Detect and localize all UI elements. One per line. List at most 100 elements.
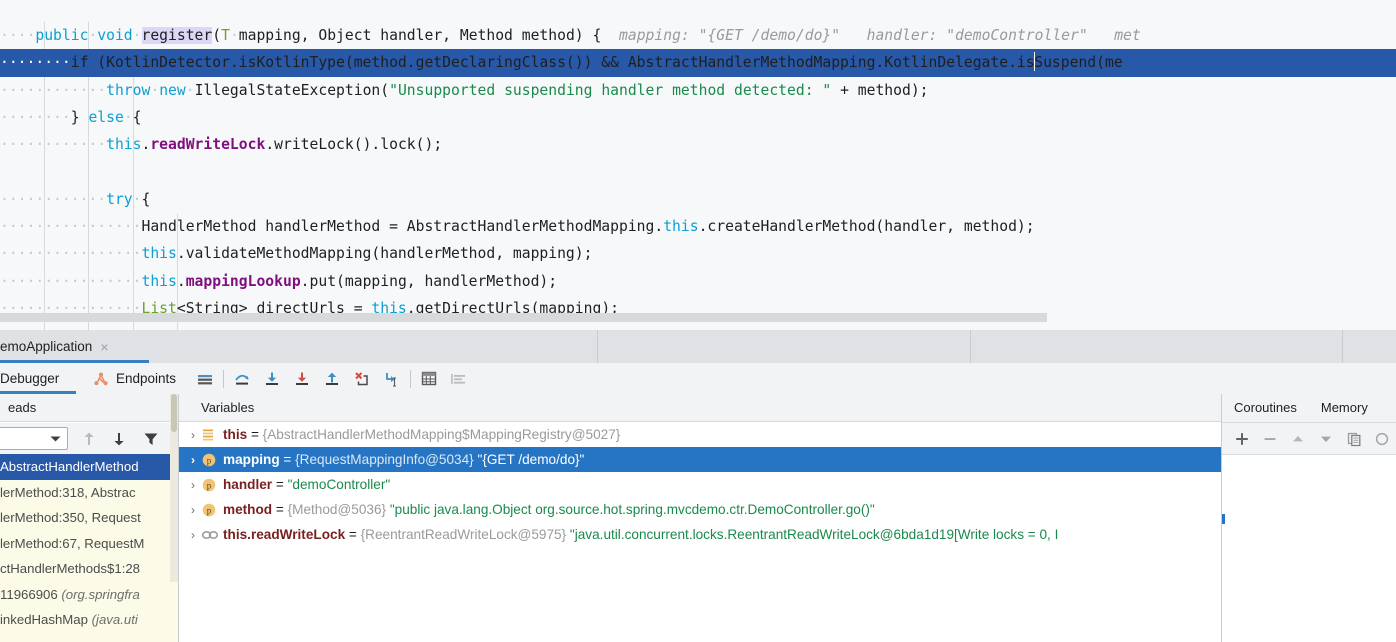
code-text: ············throw·new·IllegalStateExcept… [0,77,929,104]
frame-item[interactable]: lerMethod:318, Abstrac [0,480,178,506]
drop-frame-button[interactable] [347,363,377,394]
watches-body[interactable] [1222,455,1396,642]
frame-label: lerMethod:67, RequestM [0,535,145,551]
variables-panel[interactable]: Variables › this = {AbstractHandlerMethod… [179,394,1222,642]
variable-equals: = [345,527,361,542]
code-token-plain: . [176,272,186,290]
run-configuration-tab[interactable]: emoApplication × [0,330,149,363]
frame-item[interactable]: lerMethod:67, RequestM [0,531,178,557]
code-token-kw: this [141,245,177,263]
variable-row[interactable]: › this.readWriteLock = {ReentrantReadWrit… [179,522,1221,547]
variable-equals: = [272,502,288,517]
line-mappinglookup[interactable]: ················this.mappingLookup.put(m… [0,268,1396,295]
frame-item[interactable]: lerMethod:350, Request [0,505,178,531]
debugger-toolbar[interactable]: Debugger Endpoints [0,363,1396,395]
chevron-right-icon[interactable]: › [185,523,201,547]
watches-tabs[interactable]: Coroutines Memory [1222,394,1396,423]
variables-list[interactable]: › this = {AbstractHandlerMethodMapping$Ma… [179,422,1221,547]
watch-more-button[interactable] [1368,423,1396,454]
variables-panel-header: Variables [179,394,1221,422]
code-token-ws: ···· [0,27,36,44]
variable-equals: = [279,452,296,467]
chevron-down-icon [50,435,61,443]
run-tab-label: emoApplication [0,339,93,354]
variable-type: {RequestMappingInfo@5034} [295,452,474,467]
chevron-right-icon[interactable]: › [185,473,201,497]
tab-endpoints[interactable]: Endpoints [92,363,176,394]
frames-up-button[interactable] [78,429,100,449]
force-step-into-button[interactable] [287,363,317,394]
code-token-plain: if (KotlinDetector.isKotlinType(method.g… [70,54,1035,72]
thread-selector[interactable]: NG [0,427,68,450]
step-over-button[interactable] [227,363,257,394]
param-icon: p [201,502,223,518]
sort-lines-button[interactable] [444,363,474,394]
watches-panel[interactable]: Coroutines Memory [1222,394,1396,642]
line-writelock[interactable]: ············this.readWriteLock.writeLock… [0,131,1396,158]
code-text: ················this.validateMethodMappi… [0,240,592,267]
variable-name: this.readWriteLock [223,527,346,542]
tab-debugger[interactable]: Debugger [0,363,76,394]
line-if-kotlin[interactable]: ········if (KotlinDetector.isKotlinType(… [0,49,1396,77]
line-blank[interactable] [0,158,1396,185]
tab-memory[interactable]: Memory [1309,394,1380,422]
code-token-ws: · [229,27,239,44]
frames-panel[interactable]: eads NG [0,394,179,642]
frames-scrollbar[interactable] [170,394,178,582]
step-into-button[interactable] [257,363,287,394]
code-editor[interactable]: ····public·void·register(T·mapping, Obje… [0,0,1396,330]
watch-remove-button[interactable] [1256,423,1284,454]
code-text: ············this.readWriteLock.writeLock… [0,131,442,158]
frames-down-button[interactable] [108,429,130,449]
code-token-kw: try [106,190,133,208]
variable-name: handler [223,477,273,492]
watch-copy-button[interactable] [1340,423,1368,454]
line-signature[interactable]: ····public·void·register(T·mapping, Obje… [0,22,1396,49]
show-execution-point-button[interactable] [190,363,220,394]
variable-row[interactable]: › p method = {Method@5036} "public java.la… [179,497,1221,522]
run-to-cursor-button[interactable] [377,363,407,394]
step-out-button[interactable] [317,363,347,394]
code-token-str: "Unsupported suspending handler method d… [389,81,832,99]
frames-list[interactable]: AbstractHandlerMethod lerMethod:318, Abst… [0,454,178,642]
frame-item[interactable]: inkedHashMap (java.uti [0,607,178,633]
line-throw[interactable]: ············throw·new·IllegalStateExcept… [0,77,1396,104]
line-try[interactable]: ············try·{ [0,186,1396,213]
watches-toolbar[interactable] [1222,423,1396,455]
code-token-ws: ············ [0,190,107,208]
code-token-plain: } [70,108,89,126]
frame-item[interactable]: ctHandlerMethods$1:28 [0,556,178,582]
debug-step-buttons[interactable] [190,363,474,394]
variable-row[interactable]: › p mapping = {RequestMappingInfo@5034} "{… [179,447,1221,472]
code-token-ws: · [150,81,160,99]
watch-up-button[interactable] [1284,423,1312,454]
watch-add-button[interactable] [1228,423,1256,454]
tab-coroutines[interactable]: Coroutines [1222,394,1309,422]
code-token-kw: void [97,27,133,44]
evaluate-expression-button[interactable] [414,363,444,394]
frame-package: (org.springfra [61,586,140,602]
watch-down-button[interactable] [1312,423,1340,454]
chevron-right-icon[interactable]: › [185,448,201,472]
code-text: ················this.mappingLookup.put(m… [0,268,557,295]
frames-filter-button[interactable] [140,429,162,449]
line-handlermethod[interactable]: ················HandlerMethod handlerMet… [0,213,1396,240]
variable-row[interactable]: › p handler = "demoController" [179,472,1221,497]
frames-toolbar[interactable]: NG [0,423,178,455]
frame-label: AbstractHandlerMethod [0,459,139,474]
variable-type: {AbstractHandlerMethodMapping$MappingReg… [262,427,621,442]
chevron-right-icon[interactable]: › [185,498,201,522]
close-icon[interactable]: × [100,340,108,354]
variable-value: "java.util.concurrent.locks.ReentrantRea… [566,527,1059,542]
run-tab-bar[interactable]: emoApplication × [0,330,1396,363]
link-icon [201,528,223,542]
frame-item[interactable]: AbstractHandlerMethod [0,454,178,480]
chevron-right-icon[interactable]: › [185,423,201,447]
code-text: ········if (KotlinDetector.isKotlinType(… [0,49,1123,76]
frame-item[interactable]: 11966906 (org.springfra [0,582,178,608]
variable-row[interactable]: › this = {AbstractHandlerMethodMapping$Ma… [179,422,1221,447]
line-validate[interactable]: ················this.validateMethodMappi… [0,240,1396,267]
code-text: ········} else·{ [0,104,142,131]
line-else[interactable]: ········} else·{ [0,104,1396,131]
code-lines[interactable]: ····public·void·register(T·mapping, Obje… [0,22,1396,322]
